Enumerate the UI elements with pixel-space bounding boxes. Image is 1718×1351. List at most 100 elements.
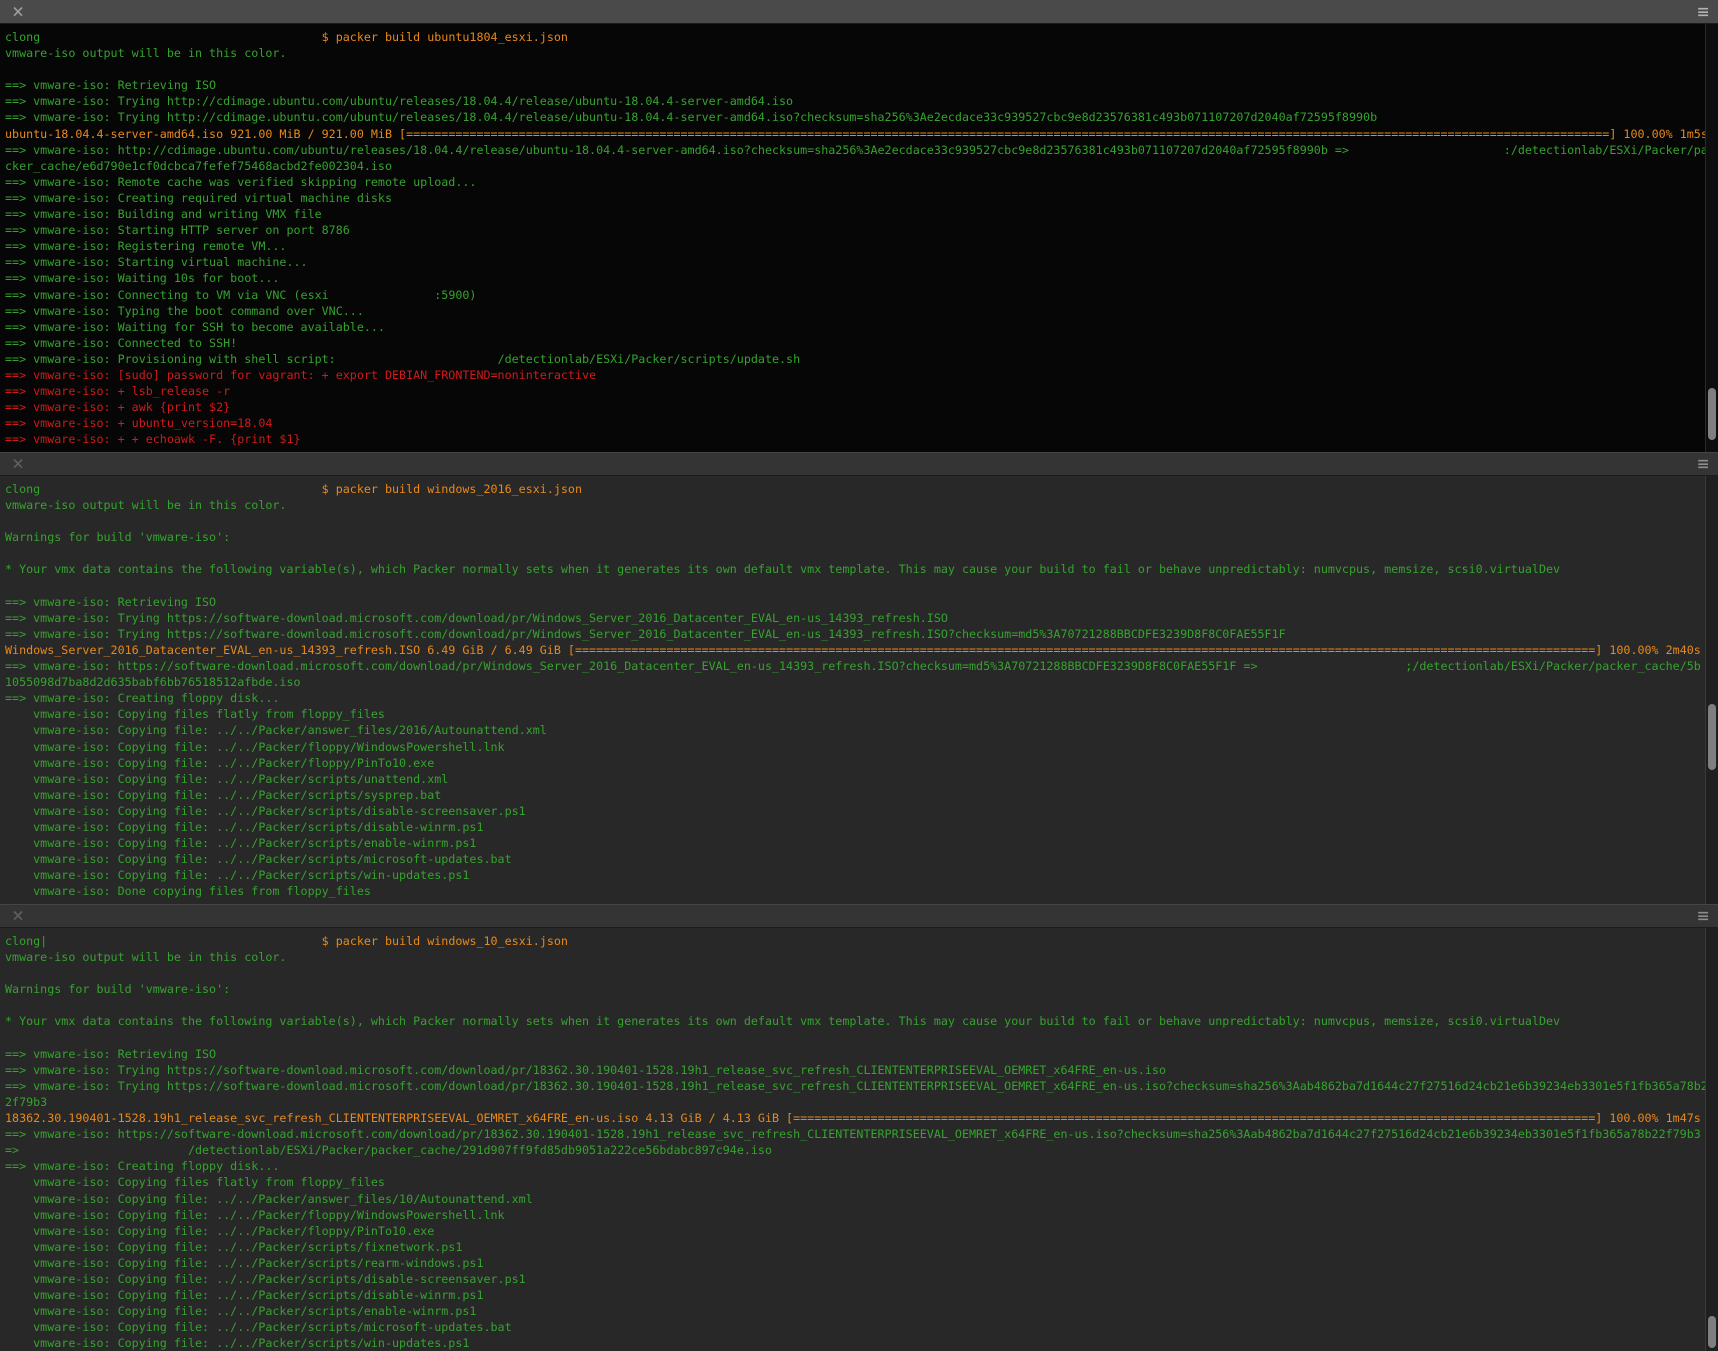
terminal-line-segment: :/detectionlab/ESXi/Packer/pa: [1504, 143, 1708, 157]
terminal-window-stack: × ≡ clong $ packer build ubuntu1804_esxi…: [0, 0, 1718, 1351]
terminal-line-segment: [47, 934, 321, 948]
terminal-line-segment: ==> vmware-iso: Typing the boot command …: [5, 304, 364, 318]
terminal-line-segment: [1349, 143, 1504, 157]
terminal-line-segment: ==> vmware-iso: Trying https://software-…: [5, 1079, 1708, 1093]
terminal-line-segment: ] 100.00% 1m5s: [1609, 127, 1708, 141]
terminal-line-segment: vmware-iso output will be in this color.: [5, 950, 286, 964]
terminal-line-segment: ==> vmware-iso: Remote cache was verifie…: [5, 175, 476, 189]
window-titlebar[interactable]: × ≡: [0, 904, 1718, 928]
terminal-line-segment: ==> vmware-iso: Starting virtual machine…: [5, 255, 308, 269]
terminal-line-segment: ========================================…: [406, 127, 1609, 141]
terminal-line-segment: vmware-iso: Copying file: ../../Packer/s…: [5, 836, 476, 850]
scrollbar-track[interactable]: [1705, 476, 1718, 904]
terminal-line-segment: vmware-iso: Copying file: ../../Packer/f…: [5, 740, 505, 754]
close-icon[interactable]: ×: [9, 3, 27, 21]
terminal-line-segment: vmware-iso: Copying file: ../../Packer/f…: [5, 756, 434, 770]
terminal-line-segment: ==> vmware-iso: https://software-downloa…: [5, 659, 1258, 673]
scrollbar-thumb[interactable]: [1708, 704, 1716, 770]
terminal-line-segment: ==> vmware-iso: https://software-downloa…: [5, 1127, 1701, 1141]
terminal-line-segment: $ packer build windows_10_esxi.json: [322, 934, 568, 948]
terminal-line-segment: Windows_Server_2016_Datacenter_EVAL_en-u…: [5, 643, 575, 657]
terminal-line-segment: ==> vmware-iso: http://cdimage.ubuntu.co…: [5, 143, 1349, 157]
terminal-line-segment: ==> vmware-iso: Trying https://software-…: [5, 627, 1286, 641]
terminal-line-segment: ==> vmware-iso: Creating floppy disk...: [5, 1159, 279, 1173]
terminal-line-segment: vmware-iso: Copying file: ../../Packer/s…: [5, 788, 441, 802]
terminal-line-segment: vmware-iso output will be in this color.: [5, 46, 286, 60]
terminal-line-segment: vmware-iso: Copying file: ../../Packer/f…: [5, 1208, 505, 1222]
terminal-line-segment: ==> vmware-iso: Trying http://cdimage.ub…: [5, 110, 1377, 124]
terminal-line-segment: ==> vmware-iso: Retrieving ISO: [5, 595, 216, 609]
terminal-line-segment: vmware-iso: Copying files flatly from fl…: [5, 1175, 385, 1189]
terminal-line-segment: cker_cache/e6d790e1cf0dcbca7fefef75468ac…: [5, 159, 392, 173]
terminal-line-segment: ==> vmware-iso: Building and writing VMX…: [5, 207, 322, 221]
terminal-line-segment: vmware-iso: Copying file: ../../Packer/a…: [5, 723, 547, 737]
terminal-line-segment: $ packer build ubuntu1804_esxi.json: [322, 30, 568, 44]
terminal-line-segment: ==> vmware-iso: Connected to SSH!: [5, 336, 237, 350]
terminal-window-windows2016-build: × ≡ clong $ packer build windows_2016_es…: [0, 452, 1718, 904]
scrollbar-track[interactable]: [1705, 24, 1718, 452]
terminal-line-segment: * Your vmx data contains the following v…: [5, 1014, 1560, 1028]
terminal-line-segment: [40, 30, 321, 44]
terminal-line-segment: ==> vmware-iso: Retrieving ISO: [5, 1047, 216, 1061]
terminal-line-segment: ==> vmware-iso: Registering remote VM...: [5, 239, 286, 253]
terminal-window-ubuntu1804-build: × ≡ clong $ packer build ubuntu1804_esxi…: [0, 0, 1718, 452]
terminal-output-windows10[interactable]: clong| $ packer build windows_10_esxi.js…: [0, 928, 1718, 1351]
terminal-line-segment: ==> vmware-iso: Provisioning with shell …: [5, 352, 336, 366]
terminal-line-segment: clong|: [5, 934, 47, 948]
terminal-line-segment: 2f79b3: [5, 1095, 47, 1109]
terminal-line-segment: vmware-iso: Copying file: ../../Packer/s…: [5, 852, 512, 866]
terminal-line-segment: ==> vmware-iso: Creating floppy disk...: [5, 691, 279, 705]
terminal-line-segment: vmware-iso: Copying file: ../../Packer/s…: [5, 1256, 483, 1270]
terminal-line-segment: vmware-iso: Copying file: ../../Packer/a…: [5, 1192, 533, 1206]
terminal-line-segment: vmware-iso: Copying file: ../../Packer/s…: [5, 1336, 469, 1350]
terminal-line-segment: [40, 482, 321, 496]
terminal-line-segment: ;/detectionlab/ESXi/Packer/packer_cache/…: [1405, 659, 1701, 673]
terminal-line-segment: * Your vmx data contains the following v…: [5, 562, 1560, 576]
terminal-line-segment: :5900): [434, 288, 476, 302]
terminal-line-segment: vmware-iso output will be in this color.: [5, 498, 286, 512]
window-titlebar[interactable]: × ≡: [0, 0, 1718, 24]
terminal-line-segment: ==> vmware-iso: + lsb_release -r: [5, 384, 230, 398]
terminal-line-segment: Warnings for build 'vmware-iso':: [5, 982, 230, 996]
terminal-line-segment: [336, 352, 498, 366]
terminal-line-segment: 18362.30.190401-1528.19h1_release_svc_re…: [5, 1111, 793, 1125]
terminal-output-ubuntu1804[interactable]: clong $ packer build ubuntu1804_esxi.jso…: [0, 24, 1718, 447]
terminal-line-segment: =>: [5, 1143, 19, 1157]
close-icon[interactable]: ×: [9, 907, 27, 925]
terminal-line-segment: Warnings for build 'vmware-iso':: [5, 530, 230, 544]
terminal-line-segment: ] 100.00% 1m47s: [1595, 1111, 1701, 1125]
terminal-line-segment: vmware-iso: Copying file: ../../Packer/s…: [5, 1272, 526, 1286]
terminal-line-segment: 1055098d7ba8d2d635babf6bb76518512afbde.i…: [5, 675, 301, 689]
terminal-line-segment: ==> vmware-iso: Retrieving ISO: [5, 78, 216, 92]
terminal-line-segment: clong: [5, 30, 40, 44]
terminal-line-segment: [329, 288, 435, 302]
terminal-window-windows10-build: × ≡ clong| $ packer build windows_10_esx…: [0, 904, 1718, 1351]
terminal-output-windows2016[interactable]: clong $ packer build windows_2016_esxi.j…: [0, 476, 1718, 899]
terminal-line-segment: vmware-iso: Copying file: ../../Packer/f…: [5, 1224, 434, 1238]
scrollbar-thumb[interactable]: [1708, 1316, 1716, 1348]
terminal-line-segment: clong: [5, 482, 40, 496]
terminal-line-segment: vmware-iso: Copying file: ../../Packer/s…: [5, 1320, 512, 1334]
terminal-content: clong| $ packer build windows_10_esxi.js…: [0, 928, 1718, 1351]
terminal-line-segment: ==> vmware-iso: Waiting for SSH to becom…: [5, 320, 385, 334]
terminal-line-segment: ==> vmware-iso: Trying https://software-…: [5, 611, 948, 625]
terminal-line-segment: ==> vmware-iso: [sudo] password for vagr…: [5, 368, 596, 382]
close-icon[interactable]: ×: [9, 455, 27, 473]
terminal-content: clong $ packer build ubuntu1804_esxi.jso…: [0, 24, 1718, 452]
scrollbar-thumb[interactable]: [1708, 388, 1716, 440]
terminal-line-segment: ==> vmware-iso: Creating required virtua…: [5, 191, 392, 205]
menu-icon[interactable]: ≡: [1698, 3, 1709, 21]
terminal-line-segment: [19, 1143, 188, 1157]
scrollbar-track[interactable]: [1705, 928, 1718, 1351]
menu-icon[interactable]: ≡: [1698, 455, 1709, 473]
terminal-line-segment: vmware-iso: Copying file: ../../Packer/s…: [5, 1304, 476, 1318]
menu-icon[interactable]: ≡: [1698, 907, 1709, 925]
terminal-line-segment: vmware-iso: Copying file: ../../Packer/s…: [5, 1288, 483, 1302]
terminal-line-segment: ==> vmware-iso: + awk {print $2}: [5, 400, 230, 414]
terminal-line-segment: vmware-iso: Copying file: ../../Packer/s…: [5, 1240, 462, 1254]
terminal-line-segment: ========================================…: [793, 1111, 1595, 1125]
window-titlebar[interactable]: × ≡: [0, 452, 1718, 476]
terminal-line-segment: vmware-iso: Copying file: ../../Packer/s…: [5, 804, 526, 818]
terminal-line-segment: ==> vmware-iso: Connecting to VM via VNC…: [5, 288, 329, 302]
terminal-line-segment: ==> vmware-iso: Trying https://software-…: [5, 1063, 1166, 1077]
